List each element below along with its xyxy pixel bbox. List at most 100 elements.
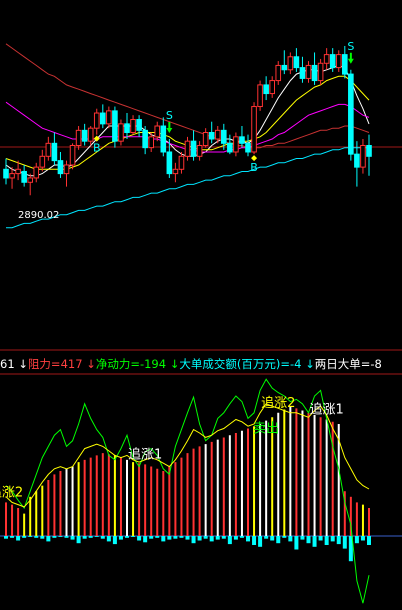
flow-bar — [179, 536, 184, 538]
candle-body — [45, 142, 52, 157]
candle-body — [245, 142, 251, 153]
candle-body — [202, 132, 209, 146]
lower-indicator-panel: 追涨1 追涨1 追涨2 追涨2 卖出 — [0, 378, 371, 604]
flow-bar — [64, 536, 69, 538]
flow-bar — [246, 536, 250, 542]
candle-body — [33, 166, 40, 179]
candle-body — [178, 155, 185, 170]
sell-signal-arrow — [347, 52, 354, 64]
flow-bar — [330, 536, 335, 542]
flow-bar — [318, 536, 323, 541]
flow-bar — [137, 536, 142, 541]
flow-bar — [94, 536, 99, 537]
candle-body — [81, 129, 88, 142]
candle-body — [239, 136, 245, 144]
candle-body — [263, 84, 269, 95]
candle-body — [166, 151, 173, 175]
flow-bar — [367, 536, 371, 545]
candle-body — [106, 110, 112, 125]
flow-bar — [215, 536, 220, 540]
chase-signal-label: 追涨1 — [310, 402, 344, 418]
flow-bar — [167, 536, 172, 540]
buy-signal-label: B — [250, 161, 258, 174]
two-day-large-order-value: 两日大单=-8 — [314, 357, 382, 371]
candle-body — [136, 119, 142, 131]
resistance-value: 阻力=417 ↓ — [27, 357, 96, 371]
candle-body — [299, 67, 306, 79]
candle-body — [366, 144, 372, 157]
candle-body — [287, 56, 294, 71]
candle-body — [21, 170, 27, 183]
candle-body — [75, 129, 82, 146]
flow-bar — [191, 536, 196, 544]
flow-bar — [112, 536, 117, 545]
candle-body — [57, 160, 64, 175]
candle-body — [348, 73, 354, 155]
candle-body — [251, 106, 257, 153]
flow-bar — [342, 536, 347, 549]
sell-zone-label: 卖出 — [253, 422, 279, 437]
candle-body — [112, 110, 118, 142]
flow-bar — [300, 536, 305, 540]
flow-bar — [354, 536, 359, 544]
candle-body — [100, 112, 106, 125]
candle-body — [233, 136, 239, 153]
candle-body — [317, 62, 324, 82]
flow-bar — [173, 536, 178, 539]
candle-body — [275, 64, 282, 82]
flow-bar — [149, 536, 154, 539]
flow-bar — [125, 536, 129, 538]
flow-bar — [233, 536, 238, 540]
candle-body — [323, 54, 330, 64]
flow-bar — [270, 536, 275, 541]
flow-bar — [40, 536, 45, 539]
candle-body — [118, 123, 124, 142]
candle-body — [15, 168, 21, 175]
chase-signal-label: 追涨1 — [128, 446, 162, 462]
candle-body — [154, 125, 161, 138]
candle-body — [63, 164, 70, 175]
flow-bar — [360, 536, 365, 541]
candle-body — [148, 136, 154, 149]
flow-bar — [227, 536, 232, 545]
candle-body — [342, 54, 348, 75]
net-force-value: 净动力=-194 ↓ — [95, 357, 180, 371]
chase2-signal-label: 追涨2 — [261, 395, 295, 411]
candle-body — [227, 142, 233, 153]
candle-body — [87, 127, 94, 142]
flow-bar — [239, 536, 244, 538]
flow-bar — [336, 536, 341, 545]
flow-bar — [221, 536, 226, 539]
flow-bar — [209, 536, 214, 542]
large-order-amount-value: 大单成交额(百万元)=-4 ↓ — [179, 357, 315, 371]
candle-body — [329, 54, 336, 69]
flow-bar — [22, 536, 27, 538]
candle-body — [293, 56, 300, 69]
candle-body — [27, 177, 33, 183]
flow-bar — [324, 536, 329, 545]
candle-body — [221, 129, 227, 144]
candle-body — [305, 64, 312, 79]
flow-bar — [264, 536, 269, 539]
candle-body — [130, 119, 136, 134]
candle-body — [124, 123, 130, 134]
candle-body — [281, 64, 288, 71]
flow-bar — [155, 536, 160, 538]
flow-bar — [88, 536, 93, 538]
flow-bar — [46, 536, 51, 542]
indicator-value-1: 61 ↓ — [0, 357, 28, 371]
candle-body — [335, 54, 342, 69]
candle-body — [9, 173, 15, 179]
candle-body — [39, 155, 46, 168]
stock-chart: B B S S 2890.02 追涨1 追涨1 追涨2 追涨2 卖出 — [0, 40, 402, 604]
candle-body — [269, 80, 275, 95]
flow-bar — [34, 536, 39, 538]
candle-body — [184, 140, 191, 157]
flow-bar — [10, 536, 15, 538]
flow-bar — [288, 536, 293, 542]
buy-signal-label: B — [93, 142, 101, 155]
flow-bar — [52, 536, 57, 538]
candle-body — [196, 144, 203, 157]
flow-bar — [258, 536, 263, 547]
candle-body — [3, 168, 9, 179]
